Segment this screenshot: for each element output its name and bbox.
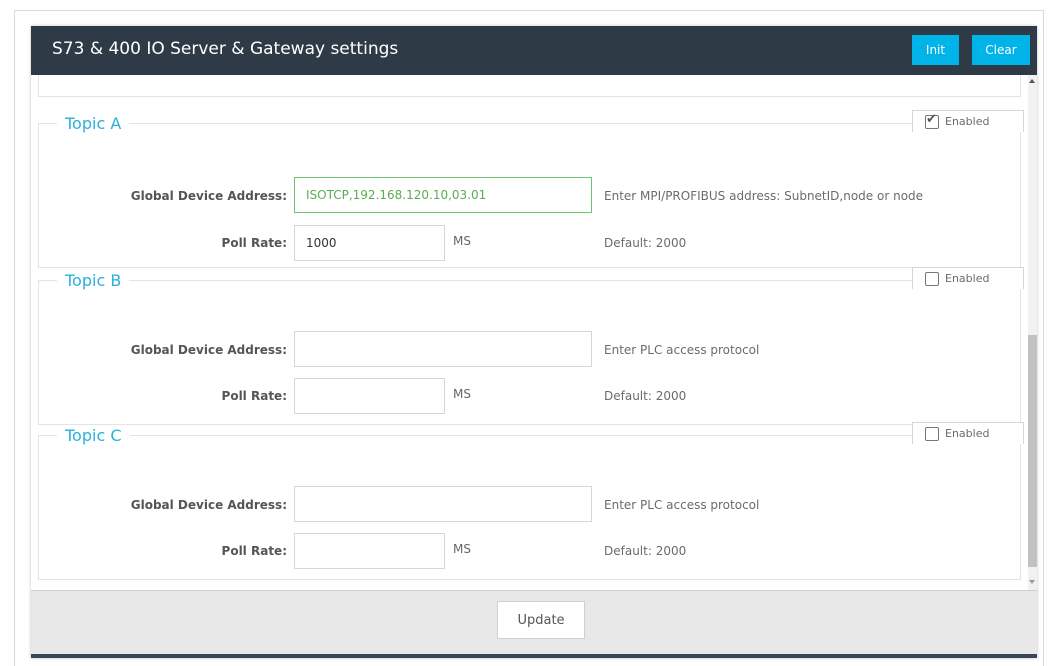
topic-c-address-input[interactable] — [294, 486, 592, 522]
init-button[interactable]: Init — [912, 35, 959, 65]
topic-c-address-label: Global Device Address: — [130, 498, 287, 512]
clear-button[interactable]: Clear — [972, 35, 1030, 65]
dialog-footer: Update — [31, 590, 1037, 658]
settings-dialog: S73 & 400 IO Server & Gateway settings I… — [31, 26, 1037, 658]
topic-a-section: Topic A Enabled Global Device Address: E… — [38, 110, 1024, 268]
topic-c-poll-input[interactable] — [294, 533, 445, 569]
vertical-scrollbar[interactable] — [1028, 75, 1037, 590]
topic-b-section: Topic B Enabled Global Device Address: E… — [38, 267, 1024, 425]
topic-a-poll-hint: Default: 2000 — [604, 236, 687, 250]
topic-a-address-input[interactable] — [294, 177, 592, 213]
scroll-down-arrow-icon[interactable] — [1029, 580, 1035, 584]
topic-b-enabled-label: Enabled — [945, 272, 990, 285]
checkbox-unchecked-icon[interactable] — [925, 426, 939, 441]
topic-c-address-hint: Enter PLC access protocol — [604, 498, 760, 512]
topic-c-poll-label: Poll Rate: — [221, 544, 287, 558]
topic-a-enabled-toggle[interactable]: Enabled — [912, 110, 1024, 132]
checkbox-checked-icon[interactable] — [925, 112, 939, 129]
topic-c-poll-unit: MS — [453, 542, 471, 556]
topic-b-address-input[interactable] — [294, 331, 592, 367]
topic-a-enabled-label: Enabled — [945, 115, 990, 128]
topic-c-enabled-label: Enabled — [945, 427, 990, 440]
topic-a-title: Topic A — [57, 114, 130, 133]
previous-section-bottom — [38, 75, 1021, 97]
scroll-up-arrow-icon[interactable] — [1029, 79, 1035, 83]
update-button[interactable]: Update — [497, 601, 585, 639]
topic-b-poll-unit: MS — [453, 387, 471, 401]
topic-b-address-hint: Enter PLC access protocol — [604, 343, 760, 357]
dialog-bottom-edge — [31, 654, 1037, 658]
topic-b-poll-input[interactable] — [294, 378, 445, 414]
topic-a-poll-label: Poll Rate: — [221, 236, 287, 250]
topic-b-enabled-toggle[interactable]: Enabled — [912, 267, 1024, 289]
dialog-header: S73 & 400 IO Server & Gateway settings I… — [31, 26, 1037, 75]
topic-a-address-label: Global Device Address: — [130, 189, 287, 203]
scrollbar-thumb[interactable] — [1028, 335, 1037, 567]
topic-a-address-hint: Enter MPI/PROFIBUS address: SubnetID,nod… — [604, 189, 924, 203]
dialog-body[interactable]: Topic A Enabled Global Device Address: E… — [31, 75, 1037, 590]
topic-c-enabled-toggle[interactable]: Enabled — [912, 422, 1024, 444]
topic-c-title: Topic C — [57, 426, 130, 445]
topic-c-section: Topic C Enabled Global Device Address: E… — [38, 422, 1024, 580]
topic-a-poll-unit: MS — [453, 234, 471, 248]
topic-b-poll-hint: Default: 2000 — [604, 389, 687, 403]
topic-b-title: Topic B — [57, 271, 130, 290]
topic-c-poll-hint: Default: 2000 — [604, 544, 687, 558]
topic-b-poll-label: Poll Rate: — [221, 389, 287, 403]
topic-a-poll-input[interactable] — [294, 225, 445, 261]
dialog-title: S73 & 400 IO Server & Gateway settings — [52, 39, 399, 59]
checkbox-unchecked-icon[interactable] — [925, 271, 939, 286]
topic-b-address-label: Global Device Address: — [130, 343, 287, 357]
